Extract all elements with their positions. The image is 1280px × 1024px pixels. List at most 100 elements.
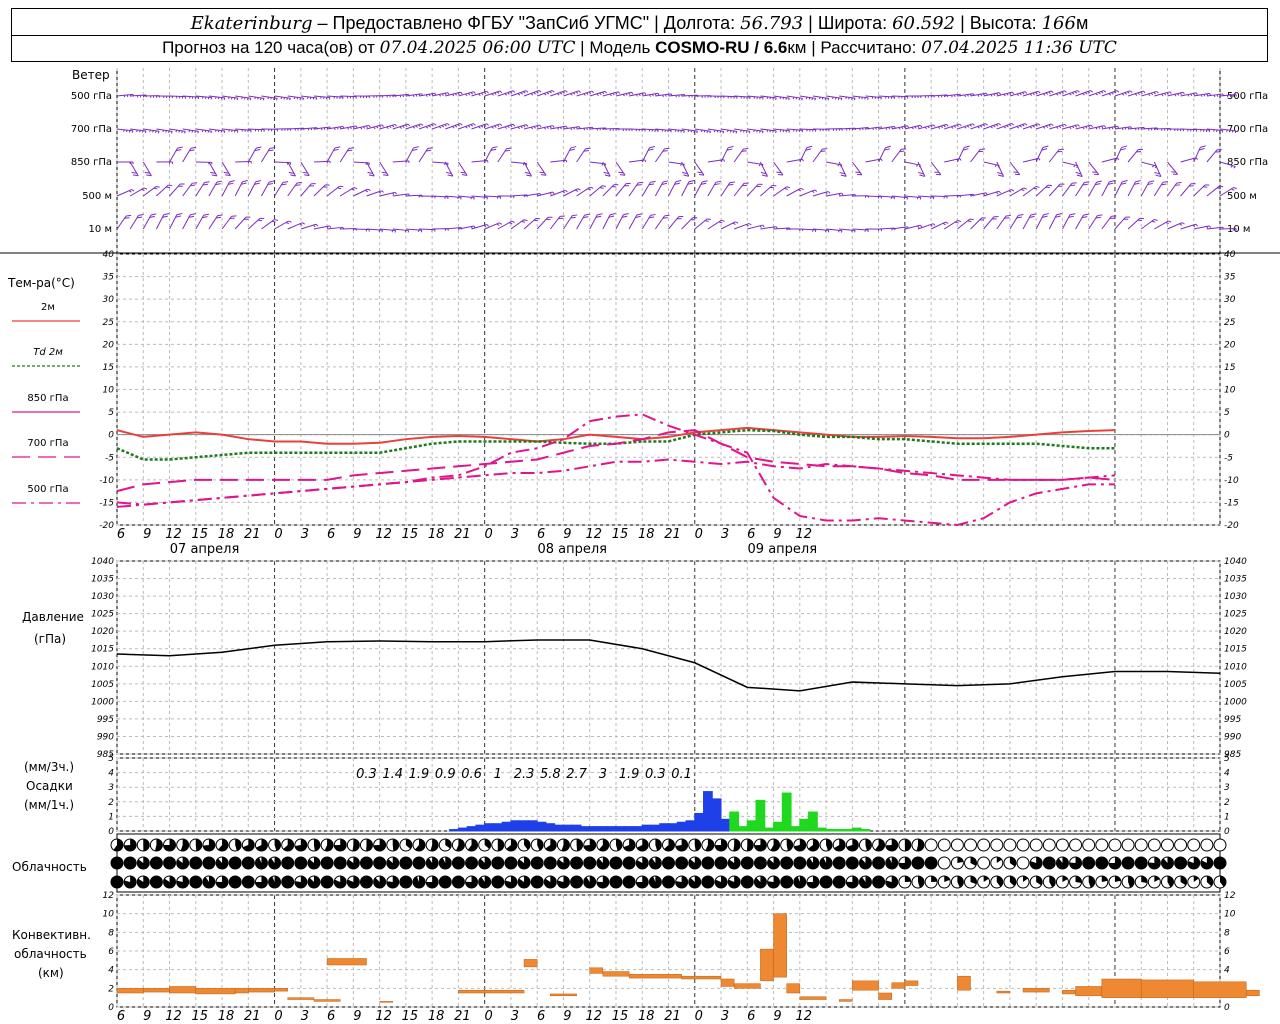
wind-barb-feather	[572, 214, 578, 217]
wind-barb-feather	[969, 218, 974, 221]
wind-barb-feather	[431, 124, 434, 127]
wind-barb-feather	[1098, 126, 1101, 129]
time-tick-label-bottom: 3	[511, 1009, 519, 1024]
wind-barb-feather	[811, 190, 815, 193]
wind-barb-feather	[932, 223, 936, 226]
wind-barb-feather	[1045, 92, 1049, 95]
cloud-fill	[583, 876, 596, 888]
cloud-fill	[334, 857, 347, 869]
wind-barb-feather	[299, 223, 303, 226]
precip-bar	[808, 811, 818, 832]
wind-barb-feather	[202, 96, 204, 99]
cloud-fill	[202, 876, 215, 888]
wind-barb-feather	[546, 92, 550, 95]
wind-barb-feather	[499, 90, 503, 94]
cloud-fill	[746, 839, 754, 852]
wind-barb-feather	[940, 125, 944, 129]
wind-barb-feather	[446, 123, 450, 126]
wind-barb-feather	[365, 125, 368, 129]
cloud-fill	[833, 876, 846, 888]
wind-barb-feather	[1095, 93, 1098, 96]
wind-level-label-left: 500 м	[82, 191, 112, 202]
wind-barb-feather	[599, 92, 602, 96]
cloud-circle	[937, 838, 951, 852]
wind-barb-feather	[924, 126, 928, 130]
wind-barb-feather	[1101, 125, 1104, 129]
wind-barb-feather	[678, 94, 680, 98]
wind-barb-feather	[223, 97, 226, 100]
wind-barb-feather	[215, 96, 217, 99]
wind-barb-feather	[1030, 213, 1037, 216]
wind-barb-feather	[176, 212, 183, 216]
wind-barb-feather	[339, 185, 344, 188]
wind-barb-feather	[1082, 126, 1085, 130]
wind-barb-feather	[1111, 92, 1114, 95]
wind-barb-feather	[511, 220, 515, 223]
wind-barb-feather	[136, 129, 138, 133]
wind-barb-feather	[1055, 93, 1059, 96]
wind-barb-feather	[748, 223, 752, 226]
cloud-fill	[544, 857, 557, 869]
wind-barb-feather	[473, 197, 475, 200]
wind-barb-feather	[420, 123, 424, 126]
wind-barb-feather	[862, 127, 864, 131]
wind-barb	[1088, 161, 1100, 175]
wind-barb-feather	[885, 145, 892, 149]
pressure-tick-right: 1025	[1224, 610, 1247, 620]
wind-barb-feather	[599, 187, 604, 189]
wind-level-label-left: 10 м	[89, 224, 112, 235]
cloud-circle	[964, 838, 978, 852]
cloud-circle	[1003, 838, 1017, 852]
wind-barb-feather	[1071, 125, 1075, 129]
precip-tick-left: 5	[108, 754, 114, 764]
wind-barb-feather	[1229, 94, 1232, 98]
wind-level-label-right: 850 гПа	[1227, 157, 1268, 168]
wind-barb-feather	[520, 92, 523, 95]
wind-barb-feather	[707, 218, 712, 220]
wind-barb-feather	[664, 129, 667, 133]
wind-barb-feather	[320, 96, 322, 99]
wind-barb-feather	[746, 224, 749, 227]
wind-barb-feather	[1064, 90, 1067, 93]
wind-barb-feather	[797, 189, 802, 192]
temp-tick-right: 15	[1224, 363, 1236, 373]
wind-barb-feather	[381, 124, 384, 127]
wind-barb-feather	[1218, 130, 1221, 133]
wind-barb-feather	[375, 126, 379, 129]
wind-barb-feather	[759, 225, 762, 228]
wind-barb-feather	[729, 181, 735, 184]
temp-legend-label: 500 гПа	[27, 484, 68, 495]
wind-barb-feather	[504, 93, 508, 96]
wind-barb-feather	[394, 124, 398, 127]
wind-barb-feather	[770, 186, 775, 189]
wind-barb-feather	[551, 90, 555, 93]
wind-barb-feather	[1235, 94, 1237, 97]
wind-barb-feather	[525, 124, 529, 127]
wind-barb-feather	[861, 96, 863, 100]
wind-barb-feather	[539, 171, 545, 174]
wind-barb	[1153, 161, 1162, 177]
conv-tick-right: 6	[1224, 947, 1230, 957]
wind-barb-feather	[977, 126, 980, 129]
wind-barb-feather	[937, 126, 941, 129]
wind-barb-feather	[556, 93, 560, 96]
convective-bar	[458, 989, 525, 994]
time-tick-label: 6	[117, 527, 125, 542]
precip-bar	[676, 821, 687, 832]
cloud-fill	[1141, 876, 1148, 883]
wind-barb-feather	[753, 96, 756, 99]
wind-barb-feather	[549, 192, 552, 195]
wind-barb	[851, 161, 863, 176]
wind-barb-feather	[1069, 126, 1072, 130]
cloud-fill	[1075, 876, 1082, 883]
wind-barb-feather	[1116, 90, 1120, 93]
wind-barb-feather	[649, 145, 655, 149]
wind-barb-feather	[217, 97, 220, 100]
wind-barb-feather	[697, 171, 703, 174]
meteogram-chart: 500 гПа 500 гПа 700 гПа 700 гПа 850 гПа 850 г…	[0, 68, 1280, 1024]
wind-barb-feather	[864, 97, 866, 100]
wind-barb-feather	[597, 213, 603, 216]
precip-bar	[703, 791, 713, 832]
wind-barb-feather	[577, 188, 581, 191]
convective-bar	[195, 988, 236, 995]
